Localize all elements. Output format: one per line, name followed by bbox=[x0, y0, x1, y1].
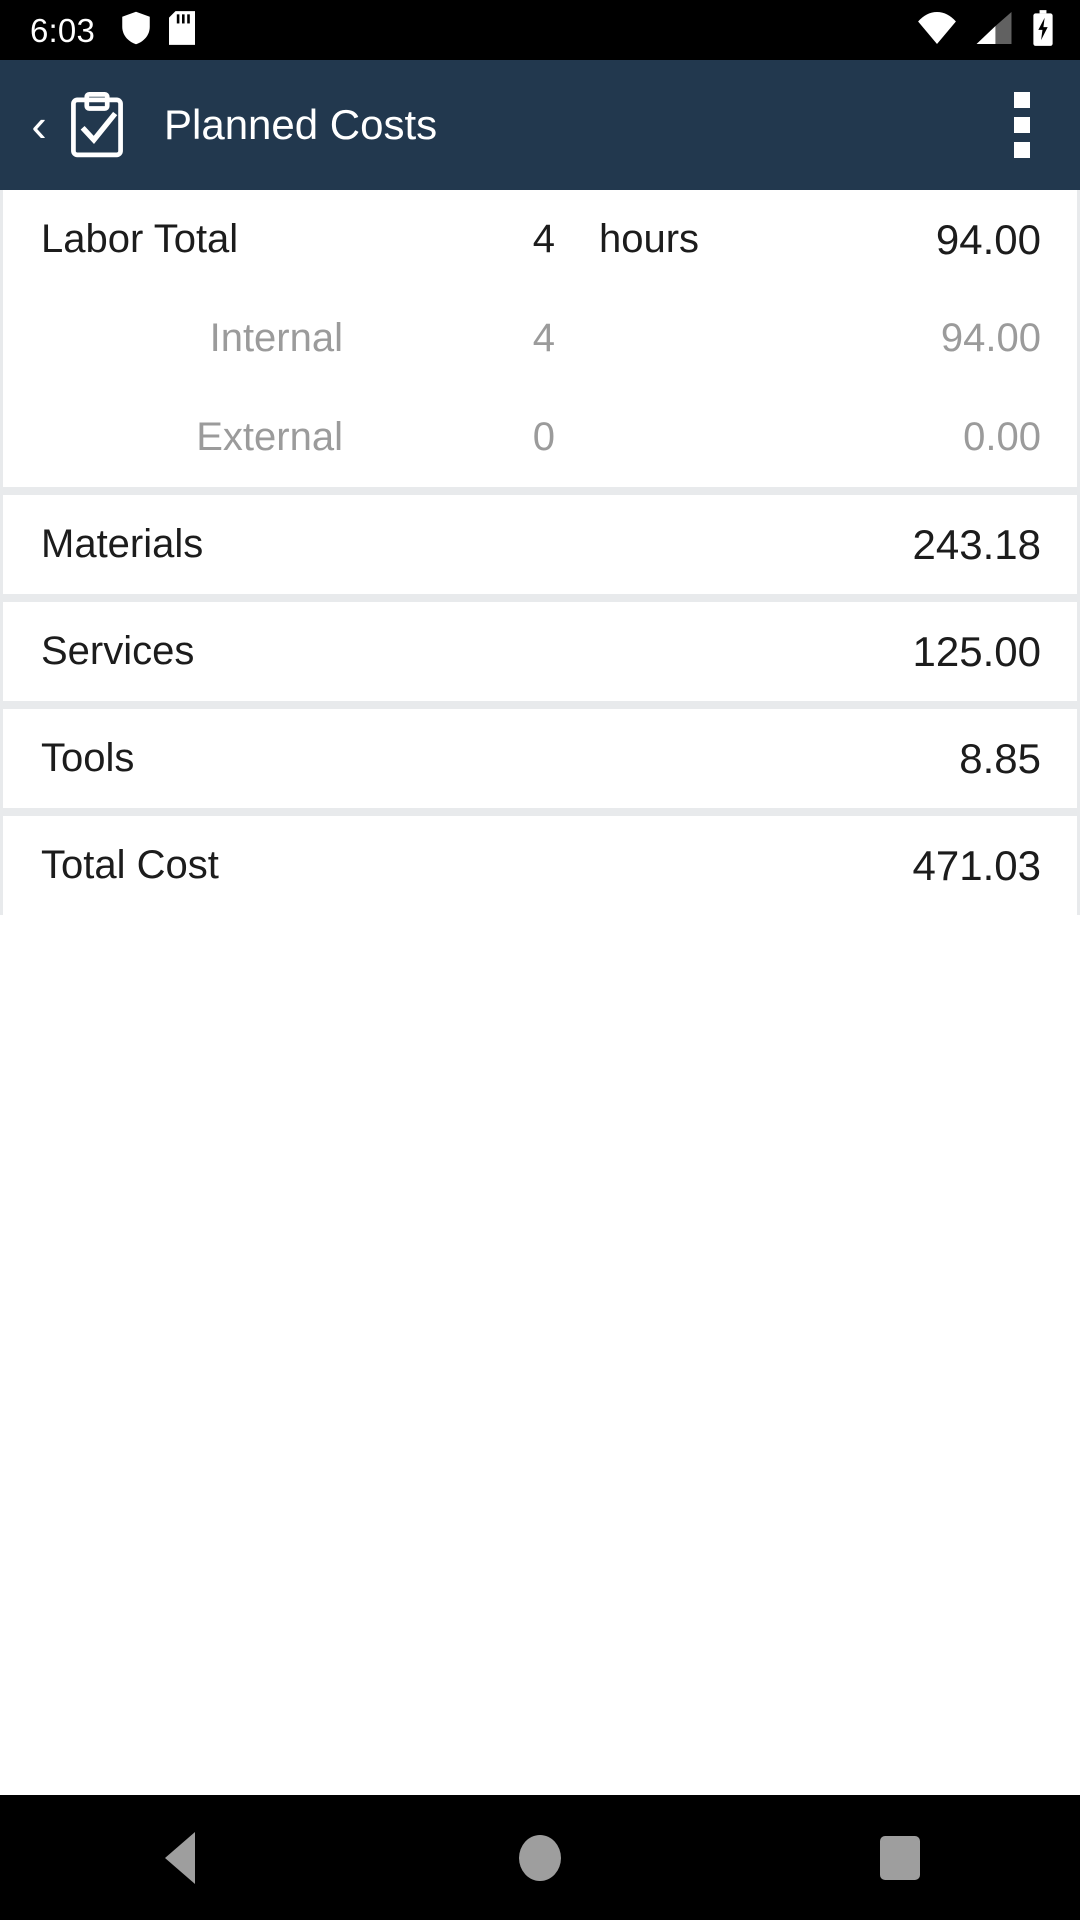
materials-cost-card: Materials 243.18 bbox=[3, 495, 1077, 594]
page-title: Planned Costs bbox=[164, 101, 438, 148]
empty-area bbox=[0, 915, 1080, 1795]
labor-internal-amount: 94.00 bbox=[940, 316, 1041, 360]
back-chevron-icon[interactable]: ‹ bbox=[18, 102, 60, 148]
labor-internal-quantity: 4 bbox=[532, 316, 555, 360]
labor-total-quantity: 4 bbox=[532, 217, 555, 261]
overflow-menu-button[interactable] bbox=[994, 79, 1050, 171]
labor-internal-row[interactable]: Internal 4 94.00 bbox=[3, 289, 1077, 388]
services-label: Services bbox=[41, 629, 195, 673]
status-left-icons bbox=[121, 10, 196, 50]
labor-total-label: Labor Total bbox=[41, 217, 239, 261]
labor-external-label-col: External bbox=[41, 415, 343, 460]
total-cost-card: Total Cost 471.03 bbox=[3, 816, 1077, 915]
tools-label: Tools bbox=[41, 736, 135, 780]
labor-total-amount: 94.00 bbox=[935, 215, 1041, 263]
nav-home-button[interactable] bbox=[470, 1795, 610, 1920]
shield-icon bbox=[121, 11, 151, 50]
recents-square-icon bbox=[880, 1835, 920, 1880]
cost-card-stack: Labor Total 4 hours 94.00 Internal 4 94.… bbox=[0, 190, 1080, 915]
tools-cost-card: Tools 8.85 bbox=[3, 709, 1077, 808]
wifi-icon bbox=[918, 11, 956, 49]
materials-label: Materials bbox=[41, 522, 204, 566]
app-bar: ‹ Planned Costs bbox=[0, 60, 1080, 190]
nav-recents-button[interactable] bbox=[830, 1795, 970, 1920]
sd-card-icon bbox=[169, 10, 196, 50]
system-navigation-bar bbox=[0, 1795, 1080, 1920]
tools-amount: 8.85 bbox=[959, 734, 1041, 782]
total-cost-label: Total Cost bbox=[41, 843, 219, 887]
labor-total-label-col: Labor Total bbox=[41, 217, 343, 262]
overflow-dot-icon bbox=[1014, 117, 1030, 133]
battery-charging-icon bbox=[1032, 9, 1054, 51]
labor-external-amount: 0.00 bbox=[963, 415, 1041, 459]
planned-costs-content: Labor Total 4 hours 94.00 Internal 4 94.… bbox=[0, 190, 1080, 1795]
clipboard-check-icon bbox=[66, 89, 128, 161]
nav-back-button[interactable] bbox=[110, 1795, 250, 1920]
overflow-dot-icon bbox=[1014, 92, 1030, 108]
status-right-icons bbox=[918, 9, 1054, 51]
labor-total-unit: hours bbox=[599, 217, 700, 261]
labor-cost-card: Labor Total 4 hours 94.00 Internal 4 94.… bbox=[3, 190, 1077, 487]
labor-external-quantity: 0 bbox=[532, 415, 555, 459]
labor-total-row[interactable]: Labor Total 4 hours 94.00 bbox=[3, 190, 1077, 289]
materials-row[interactable]: Materials 243.18 bbox=[3, 495, 1077, 594]
services-row[interactable]: Services 125.00 bbox=[3, 602, 1077, 701]
home-circle-icon bbox=[519, 1834, 561, 1881]
labor-internal-label: Internal bbox=[209, 316, 343, 360]
total-cost-row[interactable]: Total Cost 471.03 bbox=[3, 816, 1077, 915]
status-clock: 6:03 bbox=[30, 11, 96, 49]
cellular-signal-icon bbox=[976, 11, 1012, 49]
services-amount: 125.00 bbox=[912, 627, 1041, 675]
tools-row[interactable]: Tools 8.85 bbox=[3, 709, 1077, 808]
labor-external-row[interactable]: External 0 0.00 bbox=[3, 388, 1077, 487]
labor-external-label: External bbox=[196, 415, 343, 459]
back-triangle-icon bbox=[165, 1831, 195, 1884]
overflow-dot-icon bbox=[1014, 142, 1030, 158]
total-cost-amount: 471.03 bbox=[912, 841, 1041, 889]
services-cost-card: Services 125.00 bbox=[3, 602, 1077, 701]
phone-screen: 6:03 ‹ Planned Costs Labor Total 4 hours… bbox=[0, 0, 1080, 1920]
materials-amount: 243.18 bbox=[912, 520, 1041, 568]
labor-internal-label-col: Internal bbox=[41, 316, 343, 361]
status-bar: 6:03 bbox=[0, 0, 1080, 60]
